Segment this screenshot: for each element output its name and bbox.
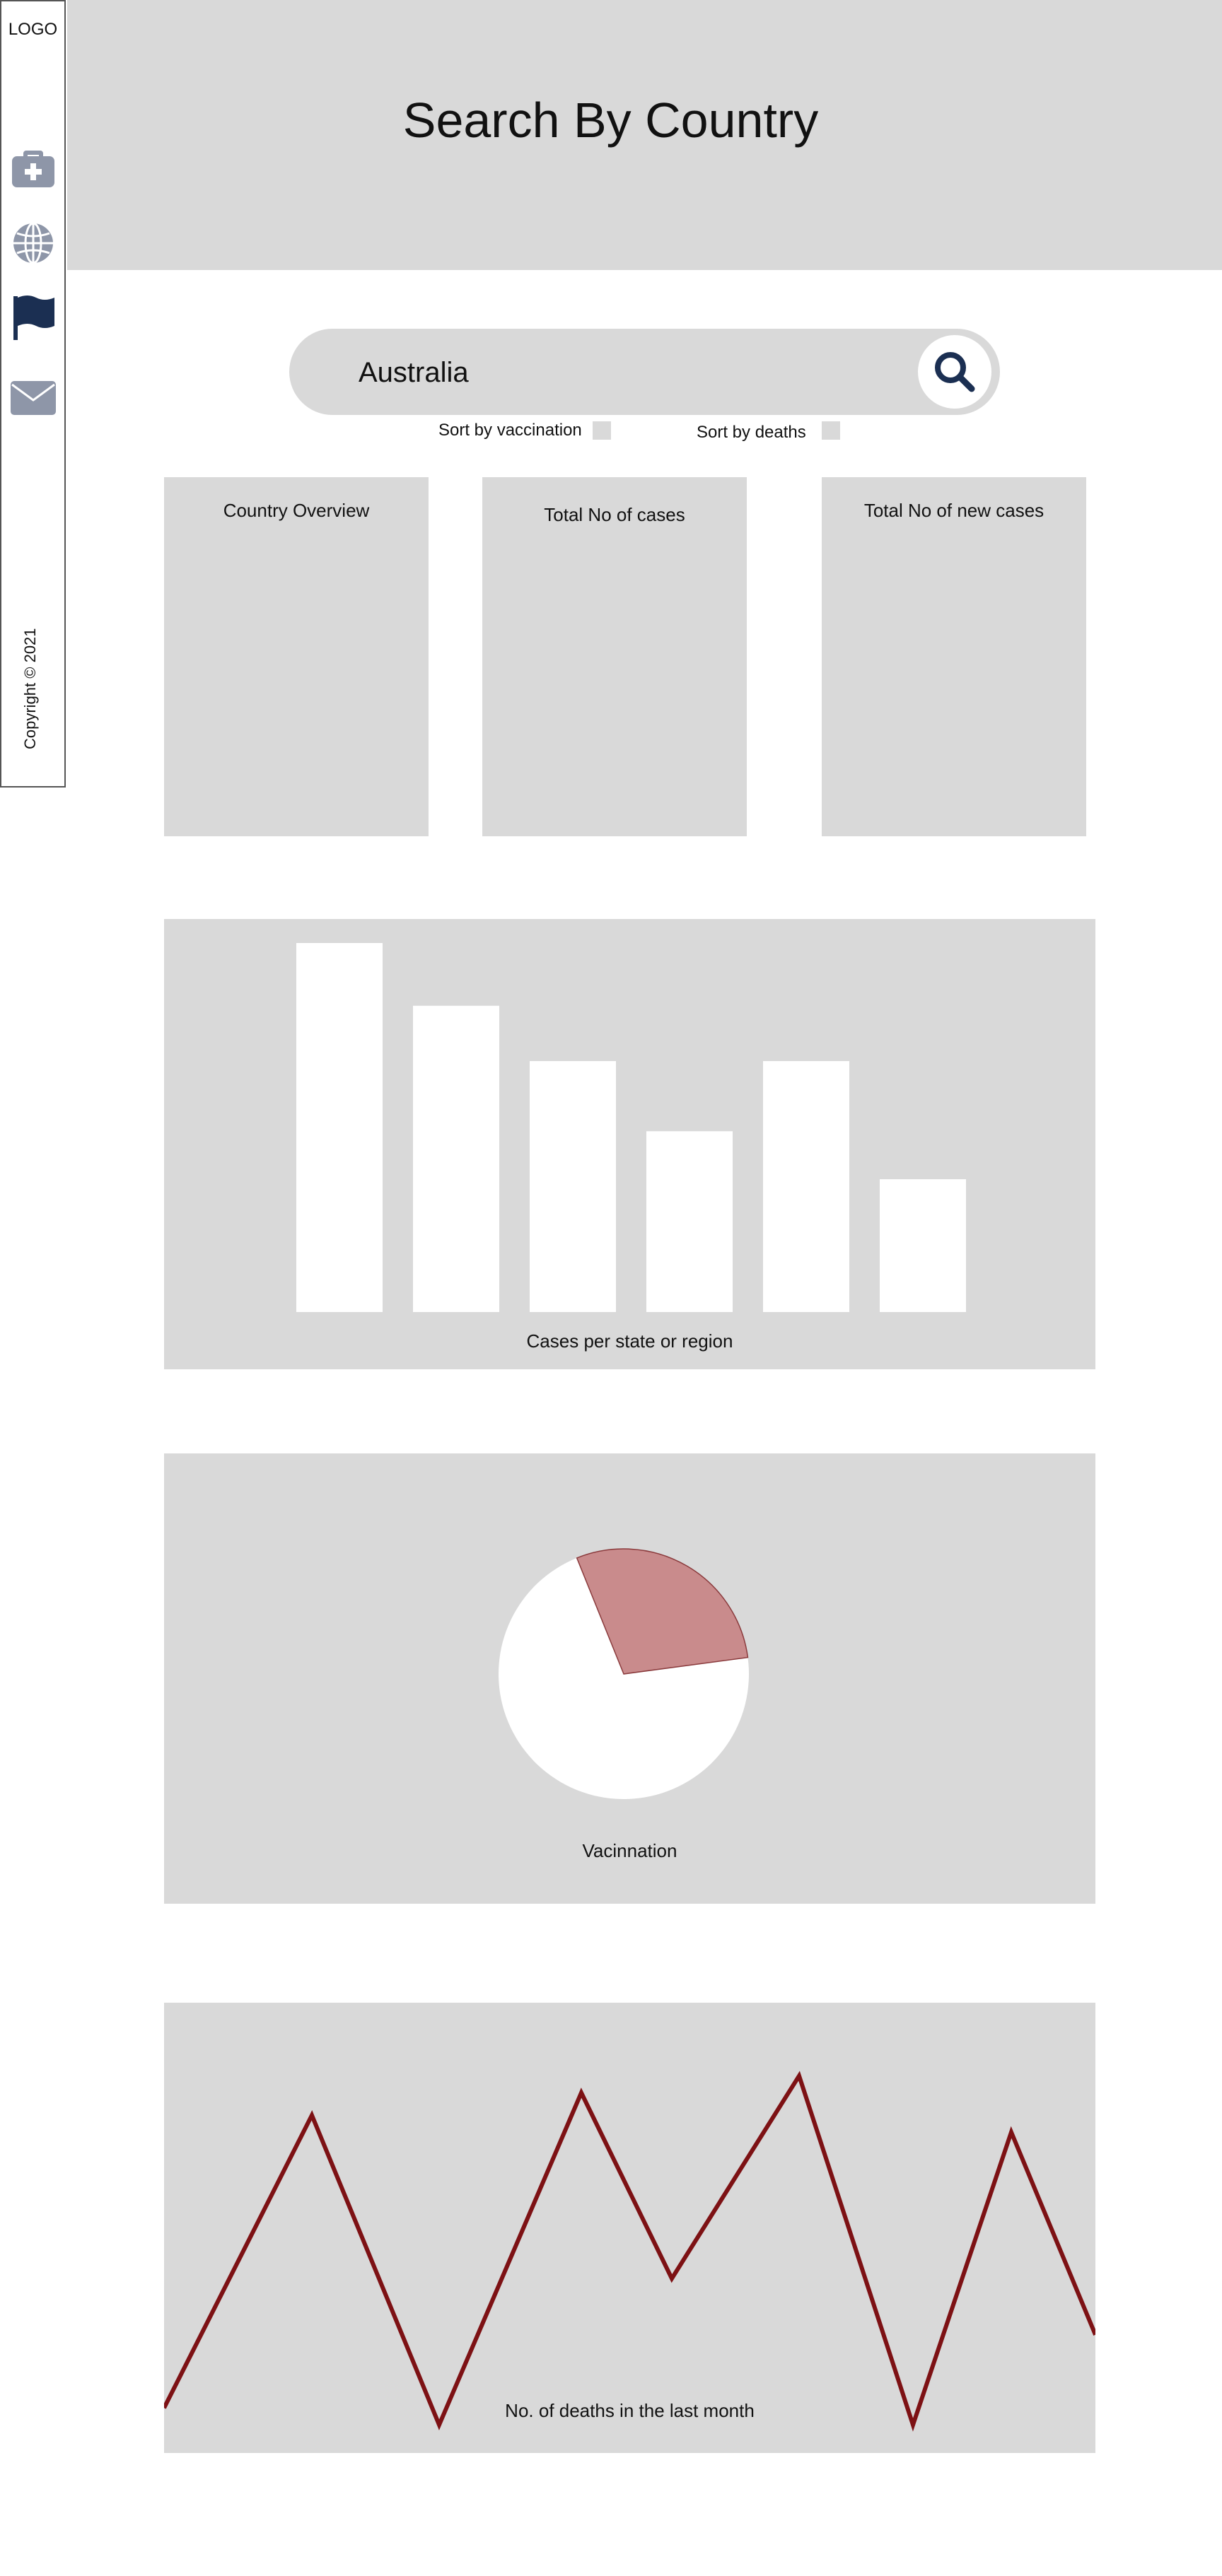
bar-chart <box>296 943 966 1312</box>
search-button[interactable] <box>918 335 991 409</box>
total-new-cases-card <box>822 477 1086 836</box>
sort-deaths-label: Sort by deaths <box>697 423 806 442</box>
page-title: Search By Country <box>402 93 819 148</box>
sort-deaths-checkbox[interactable] <box>822 421 840 440</box>
country-overview-card <box>164 477 429 836</box>
bar-4 <box>646 1131 733 1312</box>
line-chart <box>162 2071 1098 2432</box>
bar-5 <box>763 1061 849 1312</box>
deaths-line <box>162 2071 1098 2432</box>
bar-1 <box>296 943 383 1312</box>
envelope-icon[interactable] <box>10 375 57 421</box>
pie-chart <box>499 1548 749 1799</box>
total-cases-title: Total No of cases <box>544 504 685 525</box>
search-icon <box>935 352 975 392</box>
copyright-text: Copyright © 2021 <box>21 628 39 749</box>
first-aid-kit-icon[interactable] <box>10 144 57 191</box>
globe-icon[interactable] <box>10 220 57 267</box>
line-chart-panel <box>162 2003 1098 2453</box>
pie-chart-panel <box>164 1453 1095 1904</box>
country-overview-title: Country Overview <box>223 500 370 521</box>
bar-2 <box>413 1005 499 1312</box>
flag-icon[interactable] <box>10 295 57 341</box>
total-cases-card <box>482 477 747 836</box>
sort-vaccination-label: Sort by vaccination <box>438 421 582 440</box>
bar-chart-caption: Cases per state or region <box>526 1330 733 1352</box>
line-chart-caption: No. of deaths in the last month <box>505 2400 755 2421</box>
logo[interactable]: LOGO <box>0 20 66 40</box>
bar-6 <box>880 1179 966 1312</box>
total-new-cases-title: Total No of new cases <box>863 500 1044 521</box>
pie-chart-caption: Vacinnation <box>582 1840 677 1861</box>
bar-chart-panel <box>164 919 1095 1369</box>
search-input[interactable] <box>357 350 897 395</box>
sort-vaccination-checkbox[interactable] <box>593 421 611 440</box>
bar-3 <box>530 1061 616 1312</box>
